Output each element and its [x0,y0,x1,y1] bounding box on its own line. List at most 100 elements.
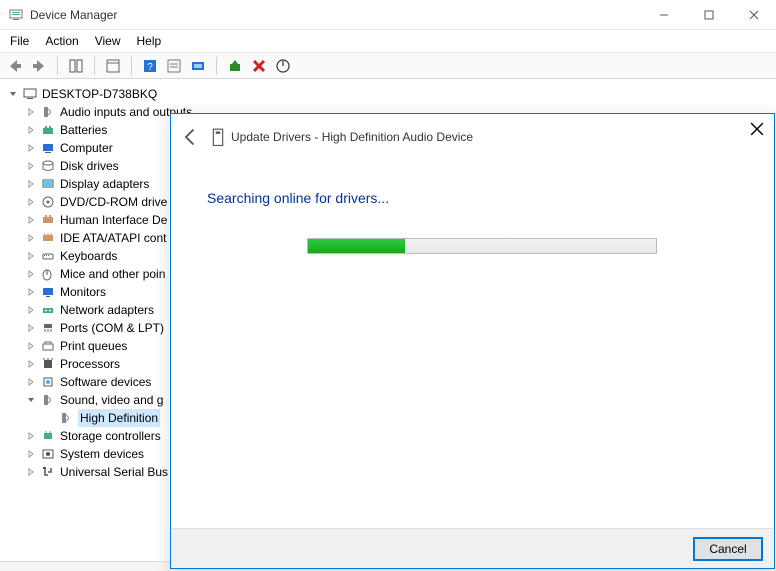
chevron-icon[interactable] [26,215,36,225]
chevron-icon[interactable] [26,431,36,441]
device-category-icon [40,194,56,210]
scan-hardware-icon[interactable] [189,57,207,75]
tree-item-label: Print queues [60,337,127,355]
device-category-icon [40,212,56,228]
chevron-icon[interactable] [26,251,36,261]
tree-item-label: Keyboards [60,247,117,265]
tree-item-label: High Definition [78,409,160,427]
device-category-icon [40,284,56,300]
menu-view[interactable]: View [95,34,121,48]
svg-text:?: ? [147,62,153,73]
window-controls [641,0,776,29]
tree-root[interactable]: DESKTOP-D738BKQ [8,85,768,103]
action-list-icon[interactable] [165,57,183,75]
audio-device-icon [58,410,74,426]
chevron-icon[interactable] [26,197,36,207]
tree-item-label: Monitors [60,283,106,301]
tree-item-label: Display adapters [60,175,149,193]
device-category-icon [40,302,56,318]
chevron-icon[interactable] [26,143,36,153]
chevron-icon[interactable] [26,269,36,279]
menu-file[interactable]: File [10,34,29,48]
progress-bar-fill [308,239,405,253]
device-category-icon [40,356,56,372]
cancel-button[interactable]: Cancel [694,538,762,560]
chevron-icon[interactable] [26,125,36,135]
tree-item-label: Human Interface De [60,211,167,229]
device-category-icon [40,338,56,354]
show-hide-console-icon[interactable] [67,57,85,75]
tree-item-label: Software devices [60,373,151,391]
chevron-icon[interactable] [26,179,36,189]
window-title: Device Manager [30,8,641,22]
device-icon [211,129,225,145]
tree-item-label: Disk drives [60,157,119,175]
device-category-icon [40,122,56,138]
dialog-header: Update Drivers - High Definition Audio D… [171,114,774,160]
dialog-footer: Cancel [171,528,774,568]
chevron-icon[interactable] [26,161,36,171]
dialog-body: Searching online for drivers... [171,160,774,528]
chevron-icon[interactable] [26,287,36,297]
update-drivers-dialog: Update Drivers - High Definition Audio D… [170,113,775,569]
tree-item-label: Network adapters [60,301,154,319]
menu-help[interactable]: Help [137,34,162,48]
chevron-icon[interactable] [26,305,36,315]
chevron-icon[interactable] [26,395,36,405]
device-category-icon [40,140,56,156]
device-category-icon [40,392,56,408]
tree-item-label: Batteries [60,121,107,139]
progress-bar [307,238,657,254]
tree-item-label: Universal Serial Bus [60,463,168,481]
device-category-icon [40,248,56,264]
titlebar: Device Manager [0,0,776,30]
back-arrow-icon[interactable] [181,127,201,147]
device-category-icon [40,320,56,336]
chevron-icon[interactable] [26,449,36,459]
device-category-icon [40,374,56,390]
tree-item-label: DVD/CD-ROM drive [60,193,167,211]
chevron-icon[interactable] [26,107,36,117]
tree-item-label: Processors [60,355,120,373]
device-category-icon [40,158,56,174]
tree-item-label: System devices [60,445,144,463]
chevron-down-icon[interactable] [8,89,18,99]
toolbar: ? [0,53,776,79]
device-category-icon [40,104,56,120]
device-category-icon [40,266,56,282]
properties-icon[interactable] [104,57,122,75]
menu-action[interactable]: Action [45,34,78,48]
device-category-icon [40,446,56,462]
app-icon [8,7,24,23]
disable-icon[interactable] [274,57,292,75]
device-category-icon [40,464,56,480]
chevron-icon[interactable] [26,341,36,351]
chevron-icon[interactable] [26,323,36,333]
minimize-button[interactable] [641,0,686,29]
dialog-heading: Searching online for drivers... [207,190,738,206]
chevron-icon[interactable] [26,377,36,387]
update-driver-icon[interactable] [226,57,244,75]
forward-icon[interactable] [30,57,48,75]
device-category-icon [40,230,56,246]
back-icon[interactable] [6,57,24,75]
close-icon[interactable] [750,122,764,136]
tree-item-label: Mice and other poin [60,265,165,283]
chevron-icon[interactable] [26,467,36,477]
tree-item-label: IDE ATA/ATAPI cont [60,229,166,247]
close-button[interactable] [731,0,776,29]
tree-item-label: Ports (COM & LPT) [60,319,164,337]
computer-icon [22,86,38,102]
chevron-icon[interactable] [26,233,36,243]
dialog-title: Update Drivers - High Definition Audio D… [231,130,473,144]
tree-root-label: DESKTOP-D738BKQ [42,85,157,103]
uninstall-icon[interactable] [250,57,268,75]
help-icon[interactable]: ? [141,57,159,75]
maximize-button[interactable] [686,0,731,29]
device-category-icon [40,176,56,192]
tree-item-label: Storage controllers [60,427,161,445]
device-category-icon [40,428,56,444]
chevron-icon[interactable] [26,359,36,369]
menubar: File Action View Help [0,30,776,53]
tree-item-label: Computer [60,139,113,157]
